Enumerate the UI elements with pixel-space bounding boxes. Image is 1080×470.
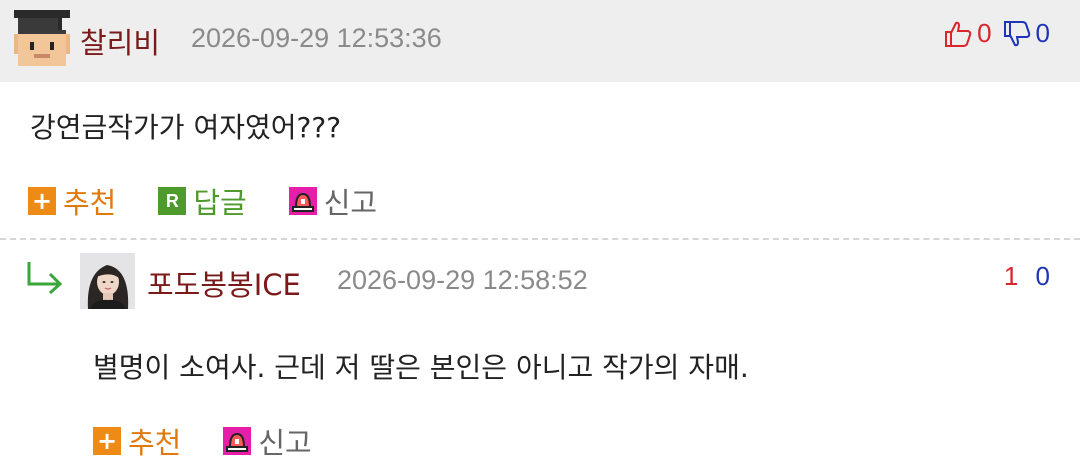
reply-button[interactable]: R 답글	[158, 180, 247, 222]
thumbs-up-icon	[945, 21, 972, 47]
plus-icon: +	[93, 427, 121, 455]
recommend-label: 추천	[63, 186, 117, 220]
divider	[0, 238, 1080, 240]
report-label: 신고	[323, 186, 378, 220]
report-button[interactable]: 신고	[288, 180, 378, 222]
report-label: 신고	[258, 426, 312, 460]
comment-text: 별명이 소여사. 근데 저 딸은 본인은 아니고 작가의 자매.	[93, 351, 749, 384]
vote-box: 1 0	[1004, 261, 1050, 292]
downvote-count[interactable]: 0	[1036, 261, 1050, 291]
profile-photo[interactable]	[80, 253, 135, 309]
report-button[interactable]: 신고	[223, 420, 312, 462]
plus-icon: +	[28, 187, 56, 215]
downvote-count: 0	[1035, 18, 1050, 48]
comment-author[interactable]: 찰리비	[80, 20, 160, 62]
upvote-count: 0	[977, 18, 992, 48]
upvote-count[interactable]: 1	[1004, 261, 1018, 291]
downvote-button[interactable]: 0	[1002, 18, 1050, 49]
thumbs-down-icon	[1003, 20, 1030, 46]
comment-actions: + 추천 R 답글 신고	[28, 180, 419, 222]
recommend-button[interactable]: + 추천	[93, 420, 181, 462]
comment-actions: + 추천 신고	[93, 420, 354, 462]
reply-r-icon: R	[158, 187, 187, 215]
comment-header: 찰리비 2026-09-29 12:53:36 0 0	[0, 0, 1080, 82]
comment-author[interactable]: 포도봉봉ICE	[147, 262, 301, 304]
recommend-label: 추천	[128, 426, 182, 460]
comment-text: 강연금작가가 여자였어???	[30, 111, 342, 144]
siren-icon	[288, 187, 317, 215]
pixel-graduate-avatar-icon[interactable]	[14, 10, 70, 70]
comment-date: 2026-09-29 12:58:52	[337, 265, 588, 295]
vote-box: 0 0	[943, 18, 1050, 49]
upvote-button[interactable]: 0	[943, 18, 992, 49]
reply-arrow-icon	[27, 262, 63, 294]
reply-label: 답글	[193, 186, 247, 220]
siren-icon	[223, 427, 252, 455]
recommend-button[interactable]: + 추천	[28, 180, 116, 222]
comment-date: 2026-09-29 12:53:36	[191, 23, 442, 53]
